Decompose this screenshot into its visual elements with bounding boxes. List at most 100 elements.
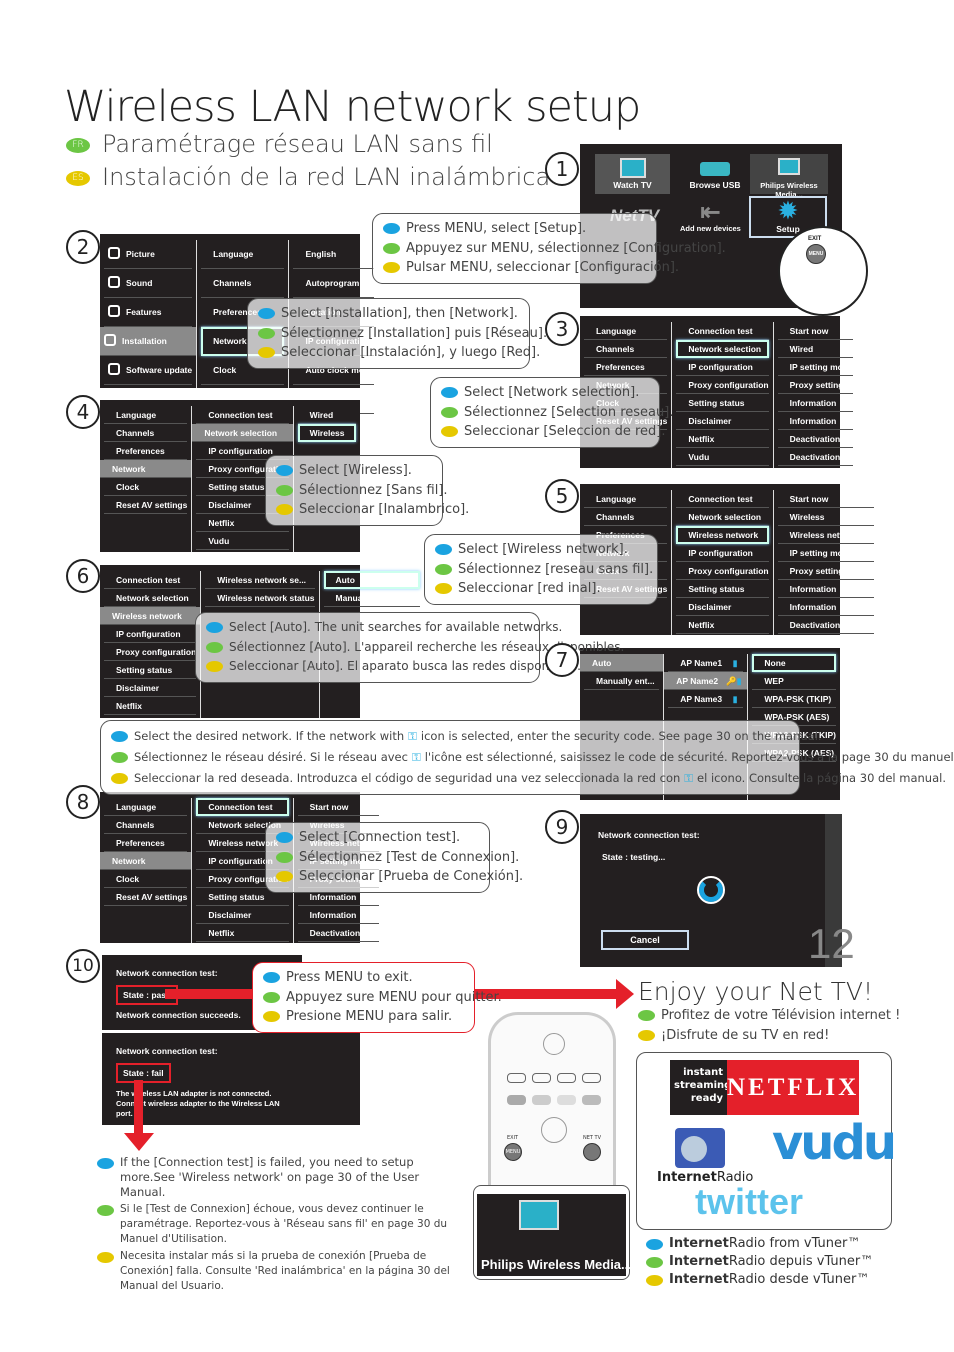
menu-item[interactable]: Auto <box>323 571 420 589</box>
menu-item[interactable]: Sound <box>104 269 193 298</box>
menu-item[interactable]: Disclaimer <box>196 906 289 924</box>
home-item-add-devices[interactable]: ⇤ Add new devices <box>680 201 741 234</box>
menu-item[interactable]: Deactivation <box>777 430 853 448</box>
menu-item[interactable]: Channels <box>201 269 285 298</box>
menu-item[interactable]: Information <box>777 412 853 430</box>
menu-item[interactable]: Netflix <box>196 924 289 942</box>
menu-item[interactable]: Preferences <box>104 834 188 852</box>
menu-item[interactable]: Channels <box>104 816 188 834</box>
menu-item[interactable]: Disclaimer <box>104 679 197 697</box>
menu-item[interactable]: Start now <box>297 798 380 816</box>
menu-item[interactable]: Proxy configuration <box>104 643 197 661</box>
menu-item[interactable]: Information <box>777 394 853 412</box>
menu-item[interactable]: IP configuration <box>676 358 769 376</box>
menu-item[interactable]: Proxy setting <box>777 562 874 580</box>
menu-item[interactable]: Network selection <box>676 508 769 526</box>
menu-item[interactable]: Start now <box>777 322 853 340</box>
menu-item[interactable]: Disclaimer <box>676 412 769 430</box>
menu-item[interactable]: Proxy configuration <box>676 562 769 580</box>
menu-item[interactable]: IP setting mode <box>777 544 874 562</box>
menu-item[interactable]: Picture <box>104 240 193 269</box>
menu-item[interactable]: Start now <box>777 490 874 508</box>
menu-item[interactable]: IP configuration <box>104 625 197 643</box>
menu-item[interactable]: Wireless network status <box>205 589 315 607</box>
menu-item[interactable]: Features <box>104 298 193 327</box>
menu-item[interactable]: IP configuration <box>676 544 769 562</box>
language-dot-icon <box>435 544 452 556</box>
menu-item[interactable]: Setting status <box>676 580 769 598</box>
menu-button[interactable]: MENU <box>806 244 826 264</box>
menu-item[interactable]: Wireless network <box>100 607 201 625</box>
nettv-button[interactable] <box>583 1143 601 1161</box>
step-8: 8 <box>66 785 100 819</box>
language-dot-icon <box>383 242 400 254</box>
menu-item[interactable]: Netflix <box>676 616 769 634</box>
menu-item[interactable]: Setting status <box>676 394 769 412</box>
cancel-button[interactable]: Cancel <box>601 930 689 950</box>
menu-item[interactable]: AP Name1 ▮ <box>668 654 744 672</box>
home-item-wireless-media[interactable]: Philips Wireless Media... <box>750 154 828 199</box>
menu-item[interactable]: Wireless network s... <box>777 526 874 544</box>
menu-item[interactable]: Connection test <box>196 406 289 424</box>
menu-item[interactable]: Deactivation <box>777 616 874 634</box>
menu-item[interactable]: Network selection <box>676 340 769 358</box>
menu-item[interactable]: Autoprogram <box>293 269 374 298</box>
menu-item[interactable]: Clock <box>104 478 188 496</box>
menu-item[interactable]: Preferences <box>104 442 188 460</box>
menu-item[interactable]: Wired <box>777 340 853 358</box>
menu-item[interactable]: Language <box>201 240 285 269</box>
menu-item[interactable]: WPA-PSK (TKIP) <box>752 690 836 708</box>
menu-item[interactable]: Installation <box>100 327 197 356</box>
menu-item[interactable]: Reset AV settings <box>104 888 188 906</box>
menu-item[interactable]: Clock <box>104 870 188 888</box>
menu-item[interactable]: English <box>293 240 374 269</box>
home-item-watch-tv[interactable]: Watch TV <box>595 154 670 194</box>
menu-item[interactable]: Information <box>297 906 380 924</box>
menu-item[interactable]: Deactivation <box>777 448 853 466</box>
menu-item[interactable]: Connection test <box>104 571 197 589</box>
menu-item[interactable]: Language <box>584 322 668 340</box>
menu-item[interactable]: Network selection <box>104 589 197 607</box>
menu-item[interactable]: None <box>752 654 836 672</box>
menu-item[interactable]: Channels <box>584 340 668 358</box>
menu-item[interactable]: Connection test <box>196 798 289 816</box>
menu-item[interactable]: Channels <box>104 424 188 442</box>
menu-item[interactable]: Manually ent... <box>584 672 660 690</box>
menu-item[interactable]: Network selection <box>192 424 293 442</box>
menu-item[interactable]: Vudu <box>196 532 289 550</box>
menu-item[interactable]: Disclaimer <box>676 598 769 616</box>
menu-item[interactable]: Connection test <box>676 322 769 340</box>
menu-item[interactable]: Netflix <box>676 430 769 448</box>
menu-item[interactable]: Language <box>584 490 668 508</box>
home-item-browse-usb[interactable]: Browse USB <box>685 154 745 194</box>
menu-item[interactable]: Information <box>777 598 874 616</box>
menu-item[interactable]: Network <box>100 852 192 870</box>
menu-item[interactable]: Netflix <box>104 697 197 715</box>
menu-item[interactable]: Proxy configuration <box>676 376 769 394</box>
power-button[interactable] <box>543 1033 565 1055</box>
menu-item[interactable]: Language <box>104 406 188 424</box>
menu-item[interactable]: Vudu <box>676 448 769 466</box>
menu-item[interactable]: Connection test <box>676 490 769 508</box>
menu-item[interactable]: Wireless <box>777 508 874 526</box>
menu-item[interactable]: AP Name2 🔑▮ <box>664 672 748 690</box>
menu-button[interactable]: MENU <box>504 1143 522 1161</box>
menu-item[interactable]: Information <box>777 580 874 598</box>
menu-item[interactable]: Wireless <box>297 424 356 442</box>
menu-item[interactable]: IP setting mode <box>777 358 853 376</box>
menu-item[interactable]: Language <box>104 798 188 816</box>
menu-item[interactable]: Preferences <box>584 358 668 376</box>
menu-item[interactable]: WEP <box>752 672 836 690</box>
menu-item[interactable]: Deactivation <box>297 924 380 942</box>
menu-item[interactable]: Wireless network <box>676 526 769 544</box>
menu-item[interactable]: Software update <box>104 356 193 385</box>
menu-item[interactable]: Channels <box>584 508 668 526</box>
menu-item[interactable]: Wired <box>297 406 356 424</box>
menu-item[interactable]: Manually enter you... <box>323 589 420 607</box>
menu-item[interactable]: Setting status <box>104 661 197 679</box>
menu-item[interactable]: Reset AV settings <box>104 496 188 514</box>
menu-item[interactable]: Network <box>100 460 192 478</box>
menu-item[interactable]: AP Name3 ▮ <box>668 690 744 708</box>
menu-item[interactable]: Proxy setting <box>777 376 853 394</box>
menu-item[interactable]: Wireless network se... <box>205 571 315 589</box>
